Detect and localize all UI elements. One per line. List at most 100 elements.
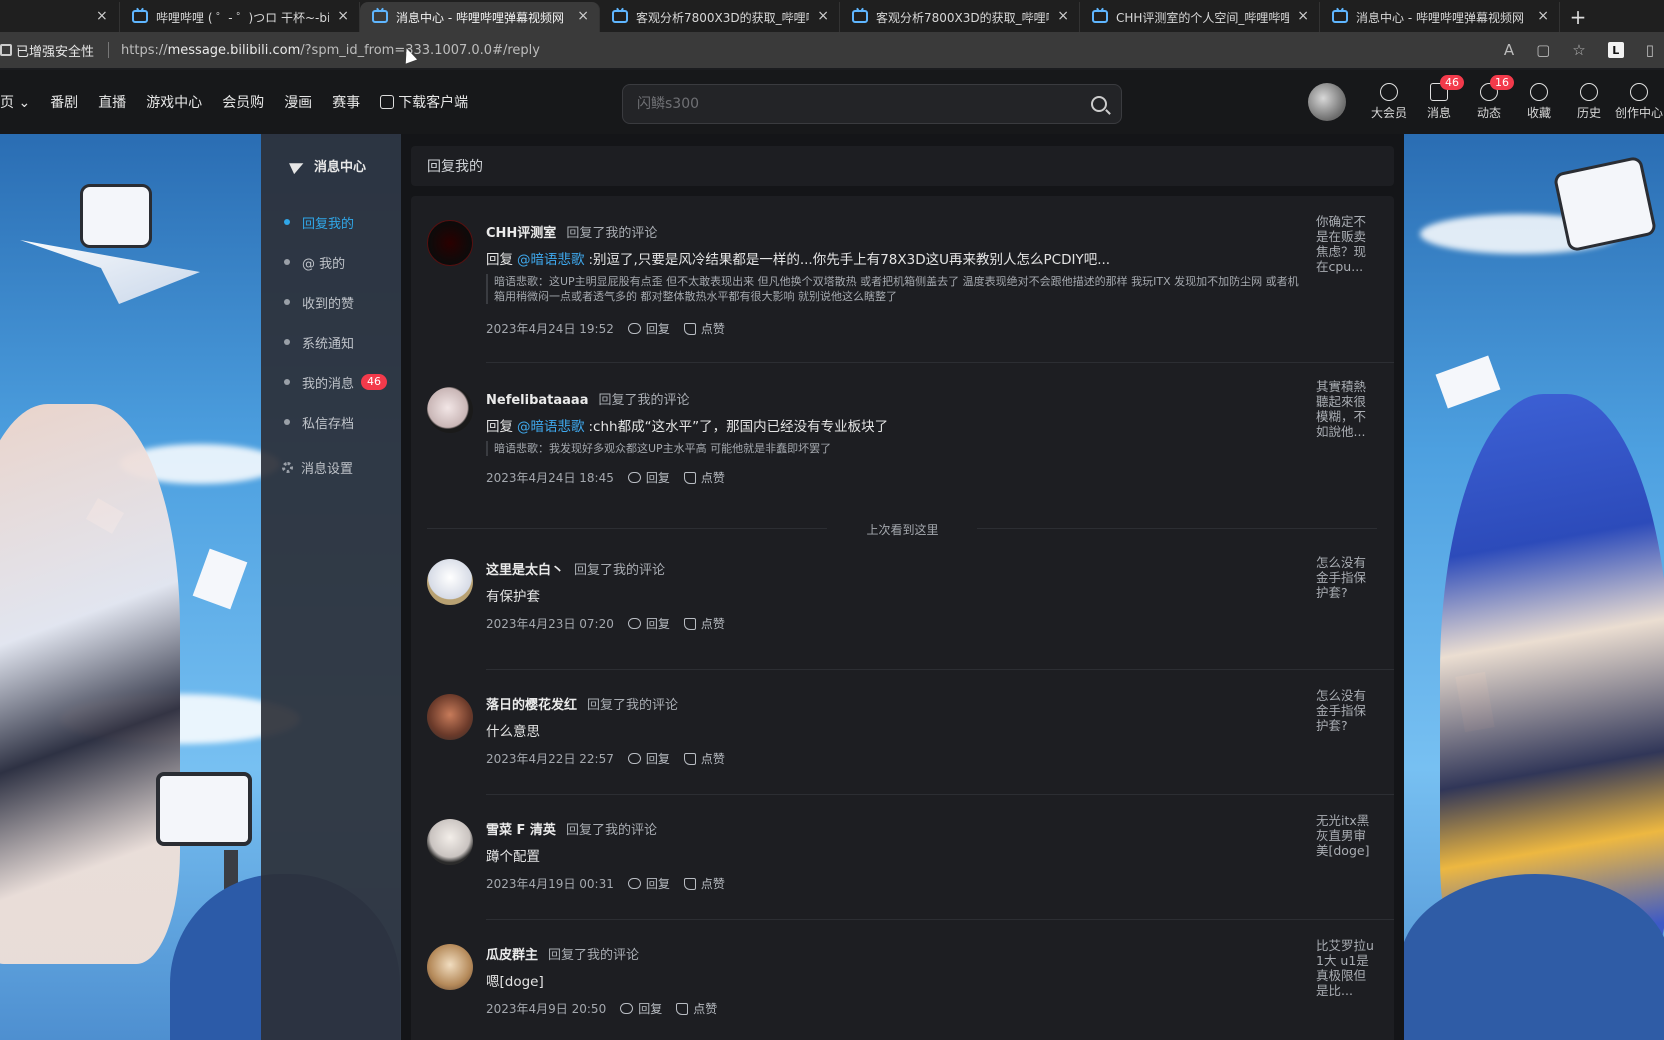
search-icon[interactable] xyxy=(1091,96,1107,112)
message-settings-label: 消息设置 xyxy=(301,462,354,477)
avatar[interactable] xyxy=(1308,83,1346,121)
reply-content[interactable]: 嗯[doge] xyxy=(486,970,544,990)
reply-content[interactable]: 回复 @暗语悲歌:chh都成“这水平”了，那国内已经没有专业板块了 xyxy=(486,415,888,435)
mention-link[interactable]: @暗语悲歌 xyxy=(517,419,585,435)
nav-item-dynamics[interactable]: 16 动态 xyxy=(1464,75,1514,121)
sidebar-item-archive[interactable]: 私信存档 xyxy=(282,402,401,442)
avatar[interactable] xyxy=(427,694,473,740)
url-domain: message.bilibili.com xyxy=(167,42,301,58)
close-icon[interactable]: × xyxy=(577,8,589,24)
original-comment-preview[interactable]: 你确定不是在贩卖焦虑？现在cpu... xyxy=(1316,214,1374,274)
sidebar-toggle-icon[interactable]: ▯ xyxy=(1646,41,1654,59)
username[interactable]: 这里是太白丶 xyxy=(486,563,564,578)
tab-title: 消息中心 - 哔哩哔哩弹幕视频网 xyxy=(396,10,564,25)
like-button[interactable]: 点赞 xyxy=(676,1000,717,1017)
reply-button[interactable]: 回复 xyxy=(620,1000,662,1017)
nav-link-esports[interactable]: 赛事 xyxy=(332,92,360,112)
username[interactable]: 雪菜 F 清英 xyxy=(486,823,556,838)
bilibili-tv-icon xyxy=(852,10,868,23)
sidebar-item-system[interactable]: 系统通知 xyxy=(282,322,401,362)
like-button[interactable]: 点赞 xyxy=(683,320,725,337)
avatar[interactable] xyxy=(427,944,473,990)
new-tab-button[interactable]: + xyxy=(1560,2,1596,32)
close-icon[interactable]: × xyxy=(1297,8,1309,24)
reply-button[interactable]: 回复 xyxy=(627,615,670,632)
reply-content[interactable]: 什么意思 xyxy=(486,720,540,740)
action-text: 回复了我的评论 xyxy=(574,563,666,578)
like-button[interactable]: 点赞 xyxy=(683,615,725,632)
tv-mascot xyxy=(156,772,252,846)
avatar[interactable] xyxy=(427,559,473,605)
timestamp: 2023年4月19日 00:31 xyxy=(486,877,614,891)
sidebar-item-mentions[interactable]: @ 我的 xyxy=(282,242,401,282)
username[interactable]: Nefelibataaaa xyxy=(486,393,588,408)
sidebar-item-label: @ 我的 xyxy=(302,256,346,272)
browser-tab[interactable]: 消息中心 - 哔哩哔哩弹幕视频网 × xyxy=(1320,2,1560,32)
reply-button[interactable]: 回复 xyxy=(627,469,670,486)
security-indicator[interactable]: 已增强安全性 xyxy=(16,41,94,60)
thumbs-up-icon xyxy=(683,471,696,484)
last-seen-label: 上次看到这里 xyxy=(866,523,939,537)
nav-link-game-center[interactable]: 游戏中心 xyxy=(146,92,202,112)
sidebar-item-likes[interactable]: 收到的赞 xyxy=(282,282,401,322)
original-comment-preview[interactable]: 其實積熱聽起來很模糊，不如說他... xyxy=(1316,379,1374,439)
original-comment-preview[interactable]: 怎么没有金手指保护套? xyxy=(1316,688,1374,733)
browser-tab[interactable]: × xyxy=(0,2,120,32)
browser-tab[interactable]: 哔哩哔哩 ( ゜- ゜)つロ 干杯~-bilibili × xyxy=(120,2,360,32)
reply-content[interactable]: 有保护套 xyxy=(486,585,540,605)
avatar[interactable] xyxy=(427,387,473,433)
message-settings[interactable]: 消息设置 xyxy=(282,458,353,477)
download-client-link[interactable]: 下载客户端 xyxy=(380,92,488,112)
avatar[interactable] xyxy=(427,220,473,266)
nav-item-creator-center[interactable]: 创作中心 xyxy=(1614,83,1664,121)
split-screen-icon[interactable]: ▢ xyxy=(1536,41,1550,59)
reply-content[interactable]: 回复 @暗语悲歌:别逗了,只要是风冷结果都是一样的...你先手上有78X3D这U再… xyxy=(486,248,1110,268)
nav-item-label: 历史 xyxy=(1576,106,1601,120)
reply-button[interactable]: 回复 xyxy=(627,320,670,337)
sidebar-item-my-messages[interactable]: 我的消息 46 xyxy=(282,362,401,402)
original-comment-preview[interactable]: 无光itx黑灰直男审美[doge] xyxy=(1316,813,1374,858)
nav-link-live[interactable]: 直播 xyxy=(98,92,126,112)
nav-item-history[interactable]: 历史 xyxy=(1564,83,1614,121)
timestamp: 2023年4月24日 19:52 xyxy=(486,322,614,336)
username[interactable]: 落日的樱花发红 xyxy=(486,698,577,713)
browser-tab[interactable]: 客观分析7800X3D的获取_哔哩哔哩 × xyxy=(840,2,1080,32)
username[interactable]: 瓜皮群主 xyxy=(486,948,538,963)
browser-tab[interactable]: CHH评测室的个人空间_哔哩哔哩 × xyxy=(1080,2,1320,32)
reply-button[interactable]: 回复 xyxy=(627,875,670,892)
nav-item-favorites[interactable]: 收藏 xyxy=(1514,83,1564,121)
url-text[interactable]: https://message.bilibili.com/?spm_id_fro… xyxy=(121,43,540,58)
lock-icon[interactable] xyxy=(0,44,12,56)
favorite-star-icon[interactable]: ☆ xyxy=(1572,41,1585,59)
nav-link-mall[interactable]: 会员购 xyxy=(222,92,264,112)
like-button[interactable]: 点赞 xyxy=(683,469,725,486)
reply-button[interactable]: 回复 xyxy=(627,750,670,767)
browser-tab-active[interactable]: 消息中心 - 哔哩哔哩弹幕视频网 × xyxy=(360,2,600,32)
original-comment-preview[interactable]: 比艾罗拉u1大 u1是真极限但是比... xyxy=(1316,938,1374,998)
nav-link-home[interactable]: 页 ⌄ xyxy=(0,92,30,112)
nav-link-manga[interactable]: 漫画 xyxy=(284,92,312,112)
like-button[interactable]: 点赞 xyxy=(683,875,725,892)
close-icon[interactable]: × xyxy=(817,8,829,24)
nav-link-bangumi[interactable]: 番剧 xyxy=(50,92,78,112)
original-comment-preview[interactable]: 怎么没有金手指保护套? xyxy=(1316,555,1374,600)
search-input[interactable] xyxy=(637,96,1091,112)
like-button[interactable]: 点赞 xyxy=(683,750,725,767)
close-icon[interactable]: × xyxy=(1537,8,1549,24)
mention-link[interactable]: @暗语悲歌 xyxy=(517,252,585,268)
browser-tab[interactable]: 客观分析7800X3D的获取_哔哩哔哩 × xyxy=(600,2,840,32)
avatar[interactable] xyxy=(427,819,473,865)
close-icon[interactable]: × xyxy=(337,8,349,24)
nav-item-vip[interactable]: 大会员 xyxy=(1364,83,1414,121)
nav-item-messages[interactable]: 46 消息 xyxy=(1414,75,1464,121)
sidebar-item-replies[interactable]: 回复我的 xyxy=(282,202,401,242)
username[interactable]: CHH评测室 xyxy=(486,226,556,241)
read-aloud-icon[interactable]: A xyxy=(1504,41,1514,59)
extension-icon[interactable]: L xyxy=(1607,42,1624,58)
address-bar[interactable]: 已增强安全性 https://message.bilibili.com/?spm… xyxy=(0,32,1664,68)
mailbox xyxy=(1400,874,1664,1040)
action-text: 回复了我的评论 xyxy=(598,393,690,408)
reply-content[interactable]: 蹲个配置 xyxy=(486,845,540,865)
close-icon[interactable]: × xyxy=(96,8,108,24)
close-icon[interactable]: × xyxy=(1057,8,1069,24)
